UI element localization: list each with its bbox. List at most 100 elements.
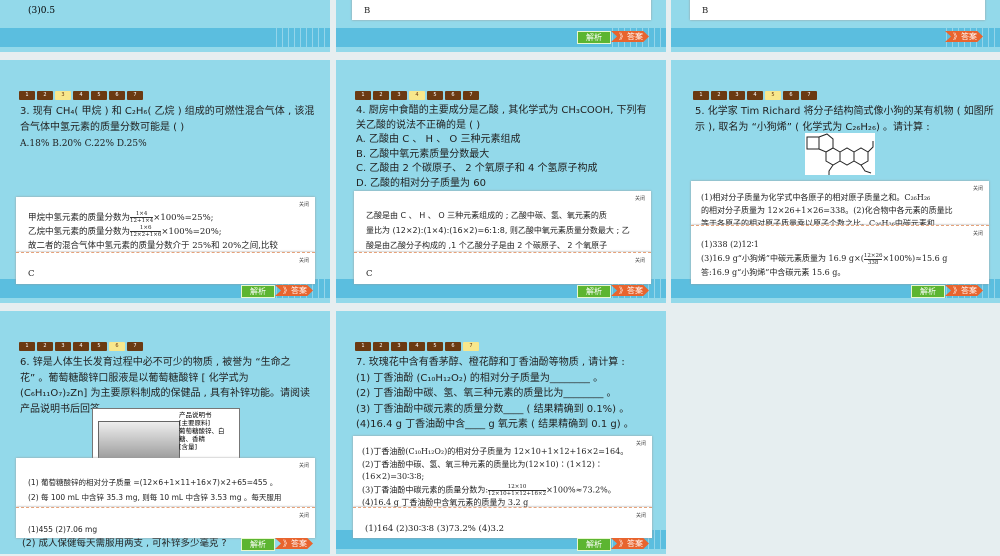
nav-2[interactable]: 2 [711,91,727,100]
question-nav: 1234567 [19,342,143,351]
nav-3[interactable]: 3 [729,91,745,100]
answer-button[interactable]: 》答案 [945,31,983,42]
answer-button[interactable]: 》答案 [945,285,983,296]
nav-1[interactable]: 1 [19,342,35,351]
nav-6[interactable]: 6 [109,91,125,100]
nav-4[interactable]: 4 [73,91,89,100]
close-button[interactable]: 关闭 [973,185,983,192]
fraction: 12×26 338 [863,252,883,266]
nav-3[interactable]: 3 [55,342,71,351]
exp-text: 等于各原子的相对原子质量乘以原子个数之比。C₂₆H₂₆中碳元素和 [701,219,935,225]
answer-box: 关闭 (1)338 (2)12∶1 (3)16.9 g“小狗烯”中碳元素质量为 … [691,225,989,284]
q-line: (C₆H₁₁O₇)₂Zn] 为主要原料制成的保健品 , 具有补锌功能。请阅读 [20,388,311,399]
slide-question-6: 1234567 6. 锌是人体生长发育过程中必不可少的物质 , 被誉为 “生命之… [0,311,330,554]
nav-5[interactable]: 5 [427,91,443,100]
nav-1[interactable]: 1 [693,91,709,100]
nav-5[interactable]: 5 [91,342,107,351]
answer-box: 关闭 B [690,0,985,20]
close-button[interactable]: 关闭 [636,440,646,447]
q-line: 3. 现有 CH₄( 甲烷 ) 和 C₂H₆( 乙烷 ) 组成的可燃性混合气体 … [20,106,315,117]
nav-5[interactable]: 5 [765,91,781,100]
nav-7[interactable]: 7 [127,91,143,100]
explanation-box: 关闭 (1)相对分子质量为化学式中各原子的相对原子质量之和。C₂₆H₂₆ 的相对分… [691,181,989,225]
close-button[interactable]: 关闭 [299,512,309,519]
analysis-button[interactable]: 解析 [241,285,275,298]
nav-6[interactable]: 6 [109,342,125,351]
question-nav: 1234567 [19,91,143,100]
exp-text: 乙烷中氢元素的质量分数为 [28,227,131,237]
q-line: 7. 玫瑰花中含有香茅醇、橙花醇和丁香油酚等物质 , 请计算 : [356,357,625,368]
nav-6[interactable]: 6 [445,91,461,100]
close-button[interactable]: 关闭 [973,230,983,237]
nav-2[interactable]: 2 [373,342,389,351]
close-button[interactable]: 关闭 [299,462,309,469]
molecule-structure-image [805,133,875,175]
q-options: A.18% B.20% C.22% D.25% [20,139,147,149]
denominator: 12×10+1×12+16×2 [488,489,547,497]
slide-question-3: 1234567 3. 现有 CH₄( 甲烷 ) 和 C₂H₆( 乙烷 ) 组成的… [0,60,330,303]
exp-text: (2)丁香油酚中碳、氢、氧三种元素的质量比为(12×10)∶(1×12)∶ [362,459,603,469]
nav-5[interactable]: 5 [427,342,443,351]
q-line: 5. 化学家 Tim Richard 将分子结构简式像小狗的某有机物 ( 如图所 [695,106,994,117]
analysis-button[interactable]: 解析 [577,31,611,44]
exp-text: 酸是由乙酸分子构成的 ,1 个乙酸分子是由 2 个碳原子、 2 个氧原子 [366,241,608,250]
analysis-button[interactable]: 解析 [241,538,275,551]
exp-text: 乙酸是由 C 、 H 、 O 三种元素组成的 ; 乙酸中碳、氢、氧元素的质 [366,211,607,220]
nav-6[interactable]: 6 [783,91,799,100]
nav-7[interactable]: 7 [463,342,479,351]
nav-2[interactable]: 2 [373,91,389,100]
question-text: 7. 玫瑰花中含有香茅醇、橙花醇和丁香油酚等物质 , 请计算 : (1) 丁香油酚… [356,355,650,433]
nav-3[interactable]: 3 [55,91,71,100]
denominator: 12×2+1×6 [130,231,162,238]
close-button[interactable]: 关闭 [969,0,979,1]
answer-box: 关闭 (1)164 (2)30∶3∶8 (3)73.2% (4)3.2 [353,507,652,538]
close-button[interactable]: 关闭 [299,201,309,208]
exp-text: 故二者的混合气体中氢元素的质量分数介于 25%和 20%之间,比较 [28,241,278,251]
exp-text: ×100%≈73.2%。 [546,485,616,494]
nav-4[interactable]: 4 [409,91,425,100]
close-button[interactable]: 关闭 [636,512,646,519]
nav-1[interactable]: 1 [19,91,35,100]
nav-7[interactable]: 7 [463,91,479,100]
denominator: 338 [863,258,883,266]
analysis-button[interactable]: 解析 [911,285,945,298]
answer-text: 答:16.9 g“小狗烯”中含碳元素 15.6 g。 [701,268,846,277]
nav-2[interactable]: 2 [37,91,53,100]
q-option: C. 乙酸由 2 个碳原子、 2 个氧原子和 4 个氢原子构成 [356,163,598,174]
answer-button[interactable]: 》答案 [611,285,649,296]
analysis-button[interactable]: 解析 [577,538,611,551]
nav-4[interactable]: 4 [409,342,425,351]
answer-box: 关闭 B [352,0,651,20]
answer-text: (3)0.5 [28,6,56,16]
close-button[interactable]: 关闭 [635,195,645,202]
answer-button[interactable]: 》答案 [611,538,649,549]
nav-7[interactable]: 7 [127,342,143,351]
analysis-button[interactable]: 解析 [577,285,611,298]
answer-button[interactable]: 》答案 [275,285,313,296]
nav-1[interactable]: 1 [355,342,371,351]
nav-2[interactable]: 2 [37,342,53,351]
numerator: 12×26 [863,252,883,259]
nav-3[interactable]: 3 [391,91,407,100]
answer-text: ×100%)≈15.6 g [882,254,948,263]
exp-text: (1)相对分子质量为化学式中各原子的相对原子质量之和。C₂₆H₂₆ [701,193,931,202]
nav-1[interactable]: 1 [355,91,371,100]
nav-4[interactable]: 4 [73,342,89,351]
nav-5[interactable]: 5 [91,91,107,100]
close-button[interactable]: 关闭 [299,257,309,264]
nav-7[interactable]: 7 [801,91,817,100]
q-option: B. 乙酸中氧元素质量分数最大 [356,148,490,160]
answer-button[interactable]: 》答案 [275,538,313,549]
slide-4-partial: 关闭 B 》答案 [671,0,1000,52]
exp-text: (1)丁香油酚(C₁₀H₁₂O₂)的相对分子质量为 12×10+1×12+16×… [362,447,629,456]
close-button[interactable]: 关闭 [635,257,645,264]
q-line: 花” 。葡萄糖酸锌口服液是以葡萄糖酸锌 [ 化学式为 [20,372,249,384]
answer-box: 关闭 C [16,252,315,284]
slide-question-5: 1234567 5. 化学家 Tim Richard 将分子结构简式像小狗的某有… [671,60,1000,303]
nav-6[interactable]: 6 [445,342,461,351]
q-line: 6. 锌是人体生长发育过程中必不可少的物质 , 被誉为 “生命之 [20,357,291,368]
nav-3[interactable]: 3 [391,342,407,351]
close-button[interactable]: 关闭 [635,0,645,1]
answer-button[interactable]: 》答案 [611,31,649,42]
nav-4[interactable]: 4 [747,91,763,100]
